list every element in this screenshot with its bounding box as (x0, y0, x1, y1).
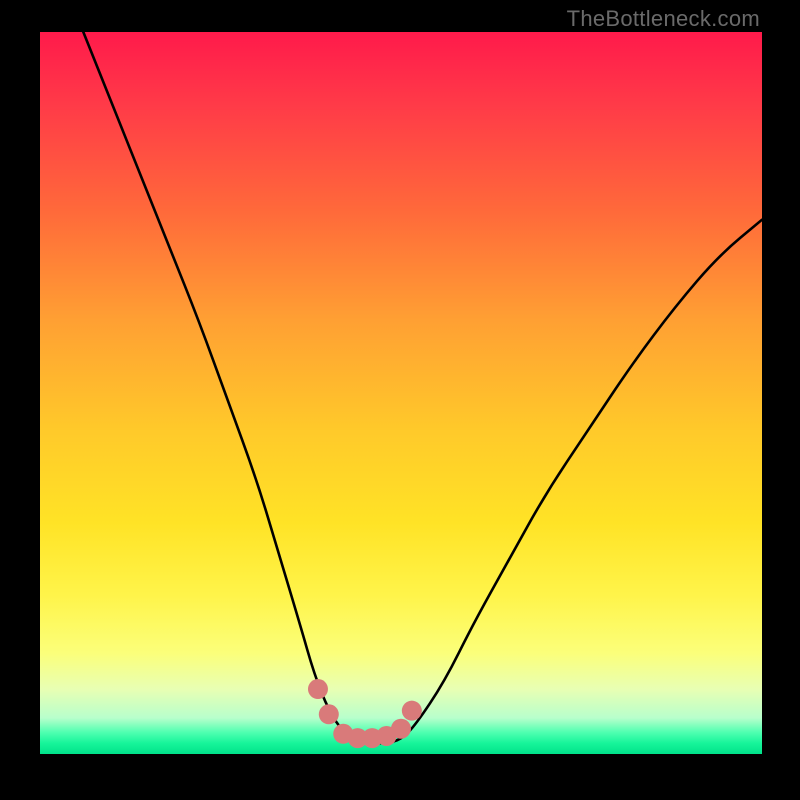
highlight-dot (319, 704, 339, 724)
highlight-dot (391, 719, 411, 739)
bottleneck-curve-svg (40, 32, 762, 754)
highlight-dot (308, 679, 328, 699)
highlight-dots-group (308, 679, 422, 748)
bottleneck-curve (83, 32, 762, 743)
watermark-text: TheBottleneck.com (567, 6, 760, 32)
highlight-dot (402, 701, 422, 721)
plot-area (40, 32, 762, 754)
chart-frame: TheBottleneck.com (0, 0, 800, 800)
